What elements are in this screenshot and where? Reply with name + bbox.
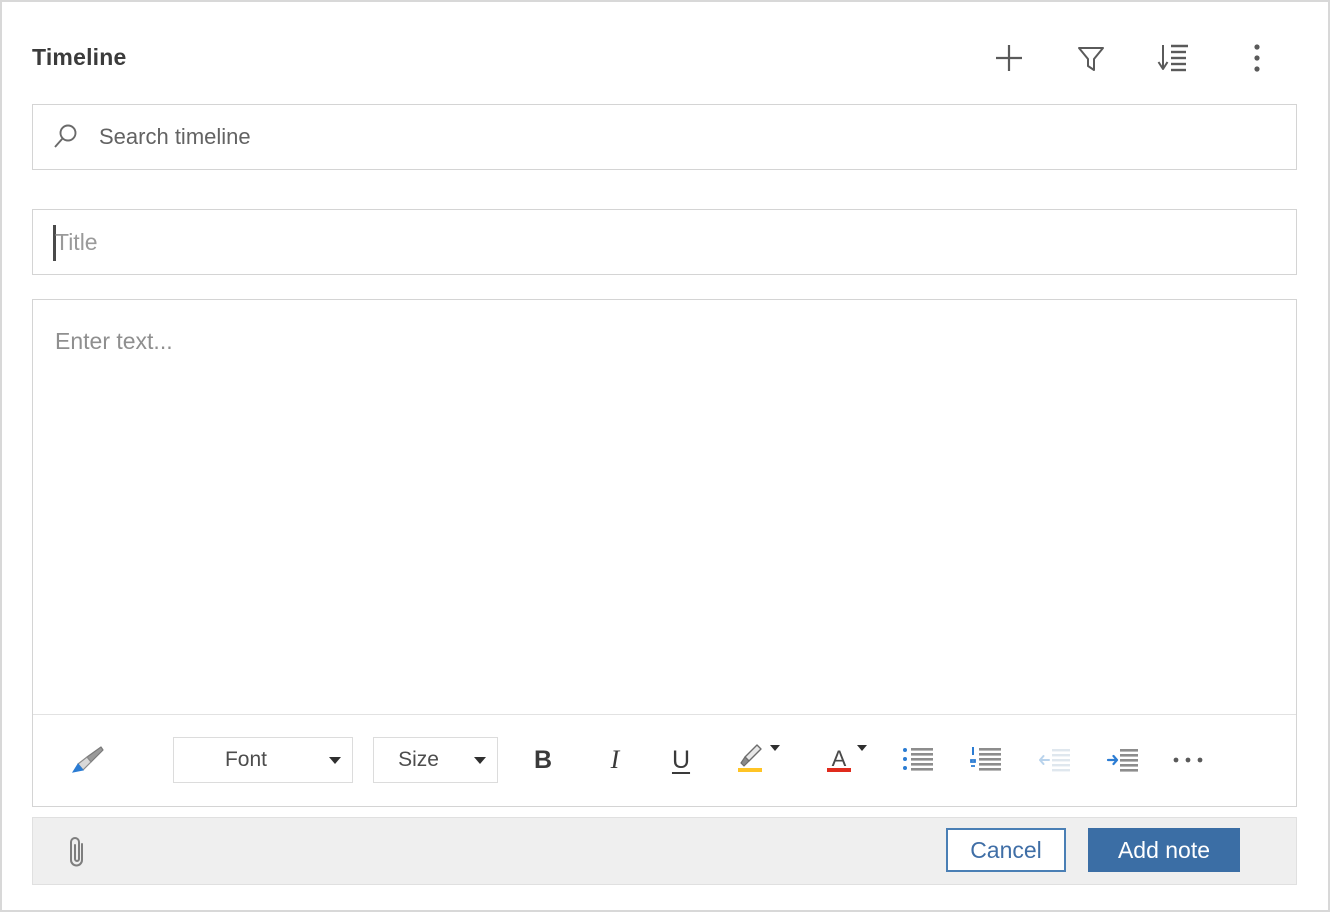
format-painter-button[interactable] (63, 735, 113, 785)
search-placeholder: Search timeline (99, 124, 251, 149)
svg-text:A: A (832, 746, 847, 771)
increase-indent-button[interactable] (1097, 735, 1147, 785)
chevron-down-icon (770, 745, 780, 769)
text-highlight-button[interactable] (723, 735, 793, 785)
font-size-dropdown[interactable]: Size (373, 737, 498, 783)
sort-button[interactable] (1150, 35, 1196, 81)
underline-button[interactable]: U (656, 735, 706, 785)
formatting-toolbar: Font Size B I U A (33, 714, 1296, 806)
editor-footer: Cancel Add note (32, 817, 1297, 885)
bold-button[interactable]: B (518, 735, 568, 785)
more-options-button[interactable] (1234, 35, 1280, 81)
italic-label: I (610, 745, 620, 774)
add-note-button[interactable] (986, 35, 1032, 81)
more-formatting-button[interactable] (1163, 735, 1213, 785)
chevron-down-icon (318, 756, 352, 764)
attach-file-button[interactable] (55, 829, 101, 875)
font-color-button[interactable]: A (811, 735, 881, 785)
search-icon (33, 104, 99, 170)
highlighter-icon (736, 742, 766, 779)
title-placeholder: Title (55, 228, 98, 255)
chevron-down-icon (857, 745, 867, 769)
cancel-button[interactable]: Cancel (946, 828, 1066, 872)
numbered-list-button[interactable] (961, 735, 1011, 785)
add-icon (996, 45, 1022, 71)
title-field[interactable]: Title (32, 209, 1297, 275)
bulleted-list-button[interactable] (893, 735, 943, 785)
font-family-dropdown[interactable]: Font (173, 737, 353, 783)
note-editor: Enter text... Font Size B I U A (32, 299, 1297, 807)
timeline-panel: Timeline Search timeline Title Enter tex… (0, 0, 1330, 912)
font-color-icon: A (825, 742, 853, 779)
panel-header: Timeline (2, 2, 1328, 92)
search-input[interactable]: Search timeline (32, 104, 1297, 170)
italic-button[interactable]: I (590, 735, 640, 785)
paperclip-icon (70, 837, 83, 867)
add-note-submit-button[interactable]: Add note (1088, 828, 1240, 872)
underline-label: U (671, 745, 691, 774)
bold-label: B (533, 745, 553, 774)
sort-descending-icon (1157, 44, 1188, 72)
decrease-indent-icon (1039, 749, 1070, 772)
bulleted-list-icon (903, 748, 933, 771)
chevron-down-icon (463, 756, 497, 764)
filter-button[interactable] (1068, 35, 1114, 81)
filter-icon (1078, 47, 1104, 71)
body-placeholder: Enter text... (55, 328, 173, 354)
font-family-label: Font (224, 748, 268, 771)
numbered-list-icon (970, 747, 1001, 771)
note-body-input[interactable]: Enter text... (33, 300, 1296, 714)
increase-indent-icon (1106, 749, 1138, 772)
more-vertical-icon (1254, 44, 1260, 72)
paintbrush-icon (71, 746, 104, 773)
decrease-indent-button[interactable] (1029, 735, 1079, 785)
page-title: Timeline (32, 44, 127, 70)
font-size-label: Size (398, 748, 439, 771)
more-horizontal-icon (1173, 757, 1203, 763)
